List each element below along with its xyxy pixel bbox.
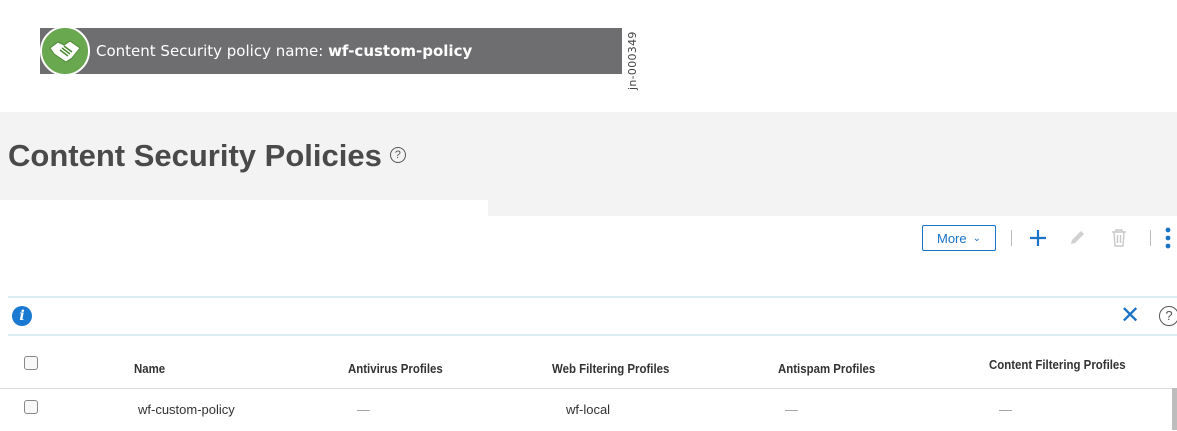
info-bar: i ✕ ? bbox=[8, 296, 1177, 336]
cell-antispam: — bbox=[785, 402, 798, 417]
more-options-button[interactable] bbox=[1162, 224, 1174, 252]
column-header-web-filtering[interactable]: Web Filtering Profiles bbox=[552, 361, 669, 376]
vertical-dots-icon bbox=[1165, 227, 1171, 249]
cell-antivirus: — bbox=[357, 402, 370, 417]
trash-icon bbox=[1112, 229, 1126, 247]
plus-icon bbox=[1030, 230, 1046, 246]
cell-content-filtering: — bbox=[999, 402, 1012, 417]
cell-web-filtering: wf-local bbox=[566, 402, 611, 417]
more-button[interactable]: More ⌄ bbox=[922, 225, 996, 251]
chevron-down-icon: ⌄ bbox=[972, 232, 981, 244]
toolbar: More ⌄ bbox=[0, 224, 1177, 254]
info-icon: i bbox=[12, 306, 32, 326]
policy-name-banner: Content Security policy name: wf-custom-… bbox=[40, 26, 622, 76]
column-header-antivirus[interactable]: Antivirus Profiles bbox=[348, 361, 443, 376]
column-header-content-filtering[interactable]: Content Filtering Profiles bbox=[989, 357, 1126, 372]
cell-name: wf-custom-policy bbox=[138, 402, 235, 417]
add-button[interactable] bbox=[1026, 224, 1050, 252]
pencil-icon bbox=[1071, 231, 1084, 244]
toolbar-divider bbox=[1011, 230, 1012, 246]
page-title: Content Security Policies? bbox=[8, 138, 406, 174]
row-checkbox[interactable] bbox=[24, 400, 38, 414]
column-header-name[interactable]: Name bbox=[134, 361, 165, 376]
more-button-label: More bbox=[936, 230, 967, 246]
select-all-checkbox[interactable] bbox=[24, 356, 38, 370]
close-icon[interactable]: ✕ bbox=[1120, 304, 1140, 328]
edit-button[interactable] bbox=[1066, 224, 1088, 252]
page-title-text: Content Security Policies bbox=[8, 138, 382, 173]
banner-label: Content Security policy name: bbox=[96, 42, 329, 60]
delete-button[interactable] bbox=[1108, 224, 1130, 252]
help-icon[interactable]: ? bbox=[389, 146, 406, 163]
table-row[interactable]: wf-custom-policy — wf-local — — bbox=[0, 389, 1177, 431]
scrollbar[interactable] bbox=[1172, 388, 1177, 430]
figure-id-tag: jn-000349 bbox=[626, 31, 639, 90]
page-header: Content Security Policies? bbox=[0, 112, 1177, 216]
table-header: Name Antivirus Profiles Web Filtering Pr… bbox=[0, 336, 1177, 389]
help-icon[interactable]: ? bbox=[1159, 306, 1177, 326]
banner-policy-name: wf-custom-policy bbox=[328, 42, 473, 60]
policies-table: Name Antivirus Profiles Web Filtering Pr… bbox=[0, 336, 1177, 431]
toolbar-divider bbox=[1150, 230, 1151, 246]
handshake-icon bbox=[40, 26, 90, 76]
column-header-antispam[interactable]: Antispam Profiles bbox=[778, 361, 875, 376]
banner-text: Content Security policy name: wf-custom-… bbox=[96, 42, 472, 60]
